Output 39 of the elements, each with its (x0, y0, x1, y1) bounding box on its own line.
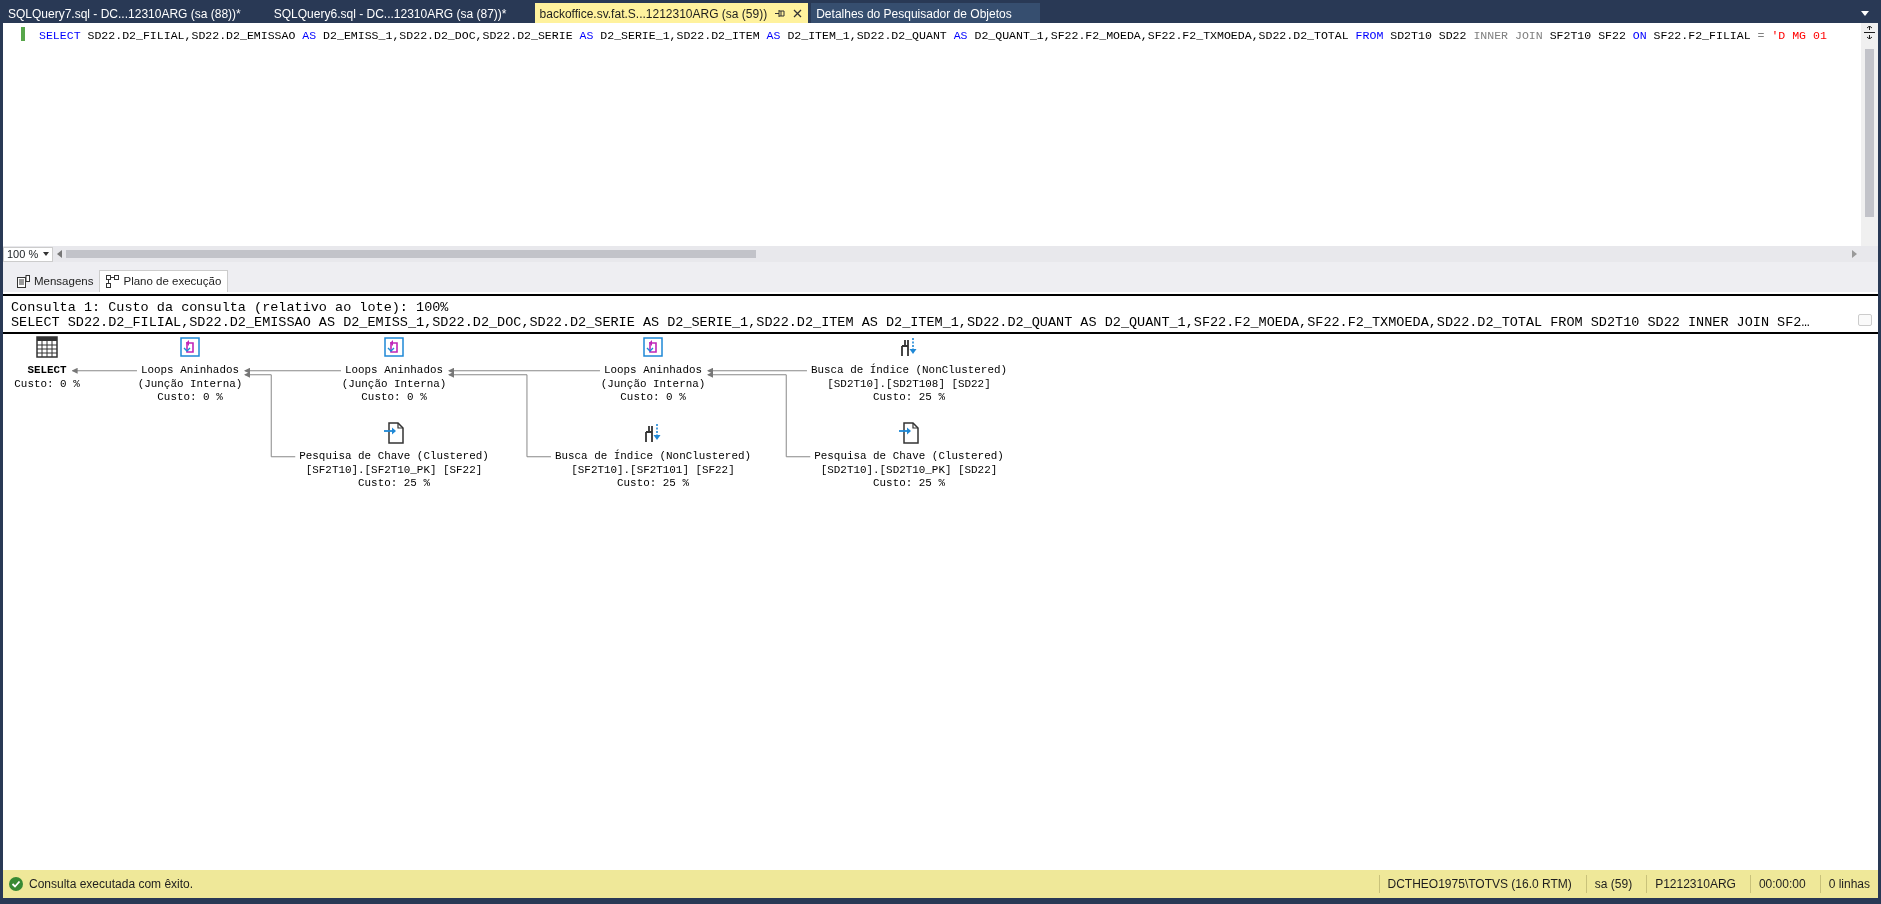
status-item: DCTHEO1975\TOTVS (16.0 RTM) (1378, 875, 1580, 893)
operator-detail: [SD2T10].[SD2T108] [SD22] (827, 377, 991, 392)
operator-detail: [SF2T10].[SF2T10_PK] [SF22] (305, 463, 483, 478)
document-tab[interactable]: SQLQuery7.sql - DC...12310ARG (sa (88))* (3, 3, 269, 23)
status-item: sa (59) (1585, 875, 1641, 893)
code-line: SELECT SD22.D2_FILIAL,SD22.D2_EMISSAO AS D2_EMISS_1,SD22.D2_DOC,SD22.D2_SERIE AS D2_SERIE_1,SD22.D2_ITEM AS D2_ITEM_1,SD22.D2_QUANT AS D2_QUANT_1,SF22.F2_MOEDA,SF22.F2_TXMOEDA,SD22.D2_TOTAL FROM SD2T10 SD22 INNER JOIN SF2T10 SF22 ON SF22.F2_FILIAL = 'D MG 01 (39, 28, 1828, 44)
status-item: P1212310ARG (1646, 875, 1744, 893)
operator-cost: Custo: 25 % (873, 477, 945, 491)
status-message: Consulta executada com êxito. (29, 876, 194, 893)
operator-name: Busca de Índice (NonClustered) (810, 364, 1008, 378)
operator-name: Busca de Índice (NonClustered) (554, 450, 752, 464)
result-tab[interactable]: Mensagens (11, 271, 100, 293)
operator-cost: Custo: 25 % (617, 477, 689, 491)
operator-detail: [SD2T10].[SD2T10_PK] [SD22] (820, 463, 998, 478)
operator-name: Loops Aninhados (140, 364, 239, 378)
status-item: 00:00:00 (1749, 875, 1814, 893)
document-tab[interactable]: Detalhes do Pesquisador de Objetos (811, 3, 1040, 23)
operator-detail: (Junção Interna) (600, 377, 706, 392)
operator-name: Loops Aninhados (603, 364, 702, 378)
operator-detail: (Junção Interna) (341, 377, 447, 392)
result-tab[interactable]: Plano de execução (99, 270, 229, 293)
operator-cost: Custo: 0 % (157, 391, 223, 405)
operator-cost: Custo: 0 % (361, 391, 427, 405)
status-item: 0 linhas (1819, 875, 1878, 893)
operator-cost: Custo: 0 % (14, 377, 80, 392)
query-text: SELECT SD22.D2_FILIAL,SD22.D2_EMISSAO AS D2_EMISS_1,SD22.D2_DOC,SD22.D2_SERIE AS D2_SERIE_1,SD22.D2_ITEM AS D2_ITEM_1,SD22.D2_QUANT AS D2_QUANT_1,SF22.F2_MOEDA,SF22.F2_TXMOEDA,SD22.D2_TOTAL FROM SD2T10 SD22 INNER JOIN SF2… (11, 315, 1811, 331)
operator-detail: (Junção Interna) (137, 377, 243, 392)
operator-name: Pesquisa de Chave (Clustered) (814, 450, 1004, 464)
document-tab[interactable]: SQLQuery6.sql - DC...12310ARG (sa (87))* (268, 3, 535, 23)
query-cost-heading: Consulta 1: Custo da consulta (relativo ao lote): 100% (11, 300, 450, 316)
operator-cost: Custo: 0 % (620, 391, 686, 405)
zoom-dropdown[interactable]: 100 % (3, 246, 53, 262)
operator-name: SELECT (27, 364, 67, 378)
operator-cost: Custo: 25 % (358, 477, 430, 491)
operator-detail: [SF2T10].[SF2T101] [SF22] (571, 463, 735, 478)
document-tab[interactable]: backoffice.sv.fat.S...1212310ARG (sa (59)) (534, 3, 809, 23)
operator-cost: Custo: 25 % (873, 391, 945, 405)
operator-name: Loops Aninhados (344, 364, 443, 378)
operator-name: Pesquisa de Chave (Clustered) (299, 450, 489, 464)
